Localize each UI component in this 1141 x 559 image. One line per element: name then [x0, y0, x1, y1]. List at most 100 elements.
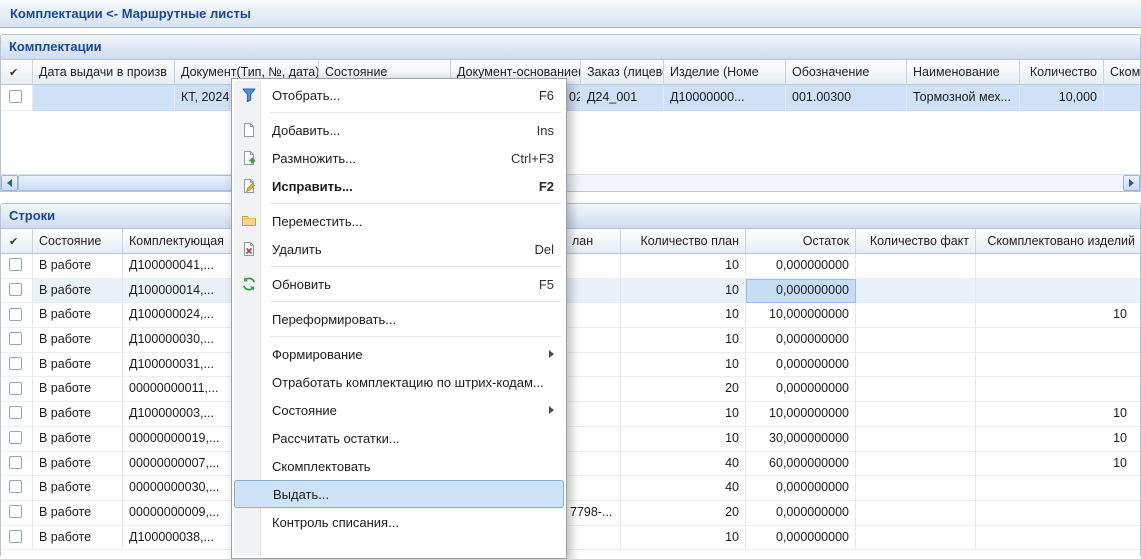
- row-checkbox-cell[interactable]: [1, 279, 33, 304]
- cell-assembled-products[interactable]: [976, 476, 1141, 501]
- column-header-qty-plan[interactable]: Количество план: [621, 229, 746, 253]
- cell-remainder[interactable]: 0,000000000: [746, 279, 856, 304]
- row-checkbox-cell[interactable]: [1, 303, 33, 328]
- menu-item[interactable]: Отработать комплектацию по штрих-кодам..…: [234, 368, 564, 396]
- row-checkbox-cell[interactable]: [1, 452, 33, 477]
- cell-qty-fact[interactable]: [856, 328, 976, 353]
- cell-order[interactable]: Д24_001: [581, 85, 664, 111]
- cell-assembled-products[interactable]: [976, 501, 1141, 526]
- cell-assembled-products[interactable]: 10: [976, 402, 1141, 427]
- menu-item[interactable]: Скомплектовать: [234, 452, 564, 480]
- row-checkbox[interactable]: [9, 505, 22, 518]
- cell-state[interactable]: В работе: [33, 402, 123, 427]
- cell-name[interactable]: Тормозной мех...: [907, 85, 1020, 111]
- cell-state[interactable]: В работе: [33, 452, 123, 477]
- cell-qty-plan[interactable]: 10: [621, 353, 746, 378]
- row-checkbox[interactable]: [9, 332, 22, 345]
- column-header-designation[interactable]: Обозначение: [786, 60, 907, 84]
- table-row[interactable]: В работеД100000041,...100,000000000: [1, 254, 1140, 279]
- cell-qty-plan[interactable]: 10: [621, 303, 746, 328]
- row-checkbox-cell[interactable]: [1, 377, 33, 402]
- table-row[interactable]: В работе00000000019,...1030,00000000010: [1, 427, 1140, 452]
- table-row[interactable]: В работеД100000014,...100,000000000: [1, 279, 1140, 304]
- cell-remainder[interactable]: 0,000000000: [746, 353, 856, 378]
- cell-component[interactable]: Д100000041,...: [123, 254, 232, 279]
- row-checkbox-cell[interactable]: [1, 402, 33, 427]
- cell-component[interactable]: Д100000038,...: [123, 526, 232, 551]
- row-checkbox-cell[interactable]: [1, 254, 33, 279]
- cell-state[interactable]: В работе: [33, 526, 123, 551]
- cell-qty-plan[interactable]: 10: [621, 279, 746, 304]
- scroll-left-button[interactable]: [1, 175, 18, 191]
- menu-item[interactable]: Добавить...Ins: [234, 116, 564, 144]
- menu-item[interactable]: Состояние: [234, 396, 564, 424]
- cell-product[interactable]: Д10000000...: [664, 85, 786, 111]
- column-header-component[interactable]: Комплектующая: [123, 229, 232, 253]
- menu-item[interactable]: Отобрать...F6: [234, 81, 564, 109]
- cell-qty-fact[interactable]: [856, 377, 976, 402]
- cell-assembled[interactable]: [1104, 85, 1141, 111]
- cell-qty-fact[interactable]: [856, 501, 976, 526]
- cell-qty-fact[interactable]: [856, 303, 976, 328]
- cell-state[interactable]: В работе: [33, 328, 123, 353]
- cell-qty-fact[interactable]: [856, 402, 976, 427]
- cell-component[interactable]: Д100000003,...: [123, 402, 232, 427]
- cell-state[interactable]: В работе: [33, 303, 123, 328]
- table-row[interactable]: В работеД100000031,...100,000000000: [1, 353, 1140, 378]
- column-header-issue-date[interactable]: Дата выдачи в произв: [33, 60, 175, 84]
- cell-assembled-products[interactable]: [976, 254, 1141, 279]
- cell-qty-plan[interactable]: 10: [621, 254, 746, 279]
- row-checkbox[interactable]: [9, 90, 22, 103]
- cell-assembled-products[interactable]: 10: [976, 303, 1141, 328]
- menu-item[interactable]: Рассчитать остатки...: [234, 424, 564, 452]
- table-row[interactable]: В работеД100000024,...1010,00000000010: [1, 303, 1140, 328]
- column-header-assembled-products[interactable]: Скомплектовано изделий: [976, 229, 1141, 253]
- check-column-header[interactable]: ✔: [1, 60, 33, 84]
- menu-item[interactable]: Исправить...F2: [234, 172, 564, 200]
- table-row[interactable]: В работеД100000038,...100,000000000: [1, 526, 1140, 551]
- cell-state[interactable]: В работе: [33, 279, 123, 304]
- row-checkbox[interactable]: [9, 308, 22, 321]
- cell-state[interactable]: В работе: [33, 254, 123, 279]
- table-row[interactable]: КТ, 2024024Д24_001Д10000000...001.00300Т…: [1, 85, 1140, 111]
- cell-assembled-products[interactable]: [976, 353, 1141, 378]
- cell-designation[interactable]: 001.00300: [786, 85, 907, 111]
- row-checkbox[interactable]: [9, 530, 22, 543]
- cell-state[interactable]: В работе: [33, 377, 123, 402]
- check-column-header[interactable]: ✔: [1, 229, 33, 253]
- table-row[interactable]: В работеД100000030,...100,000000000: [1, 328, 1140, 353]
- row-checkbox[interactable]: [9, 283, 22, 296]
- cell-qty-plan[interactable]: 40: [621, 476, 746, 501]
- cell-assembled-products[interactable]: 10: [976, 452, 1141, 477]
- table-row[interactable]: В работе00000000030,...400,000000000: [1, 476, 1140, 501]
- row-checkbox-cell[interactable]: [1, 476, 33, 501]
- cell-remainder[interactable]: 0,000000000: [746, 476, 856, 501]
- scroll-right-button[interactable]: [1123, 175, 1140, 191]
- cell-state[interactable]: В работе: [33, 476, 123, 501]
- menu-item[interactable]: Размножить...Ctrl+F3: [234, 144, 564, 172]
- column-header-assembled[interactable]: Ском: [1104, 60, 1141, 84]
- table-row[interactable]: В работе00000000007,...4060,00000000010: [1, 452, 1140, 477]
- cell-qty-fact[interactable]: [856, 476, 976, 501]
- cell-qty-plan[interactable]: 10: [621, 328, 746, 353]
- cell-qty-fact[interactable]: [856, 279, 976, 304]
- cell-assembled-products[interactable]: [976, 526, 1141, 551]
- row-checkbox-cell[interactable]: [1, 526, 33, 551]
- column-header-remainder[interactable]: Остаток: [746, 229, 856, 253]
- row-checkbox[interactable]: [9, 480, 22, 493]
- table-row[interactable]: В работе00000000011,...200,000000000: [1, 377, 1140, 402]
- cell-qty-fact[interactable]: [856, 526, 976, 551]
- cell-assembled-products[interactable]: [976, 328, 1141, 353]
- row-checkbox-cell[interactable]: [1, 85, 33, 111]
- horizontal-scrollbar[interactable]: [1, 174, 1140, 191]
- column-header-qty-fact[interactable]: Количество факт: [856, 229, 976, 253]
- cell-remainder[interactable]: 0,000000000: [746, 377, 856, 402]
- table-row[interactable]: В работе00000000009,...7798-...200,00000…: [1, 501, 1140, 526]
- cell-qty-fact[interactable]: [856, 254, 976, 279]
- row-checkbox-cell[interactable]: [1, 328, 33, 353]
- cell-remainder[interactable]: 0,000000000: [746, 328, 856, 353]
- cell-remainder[interactable]: 60,000000000: [746, 452, 856, 477]
- cell-remainder[interactable]: 10,000000000: [746, 402, 856, 427]
- row-checkbox[interactable]: [9, 357, 22, 370]
- table-row[interactable]: В работеД100000003,...1010,00000000010: [1, 402, 1140, 427]
